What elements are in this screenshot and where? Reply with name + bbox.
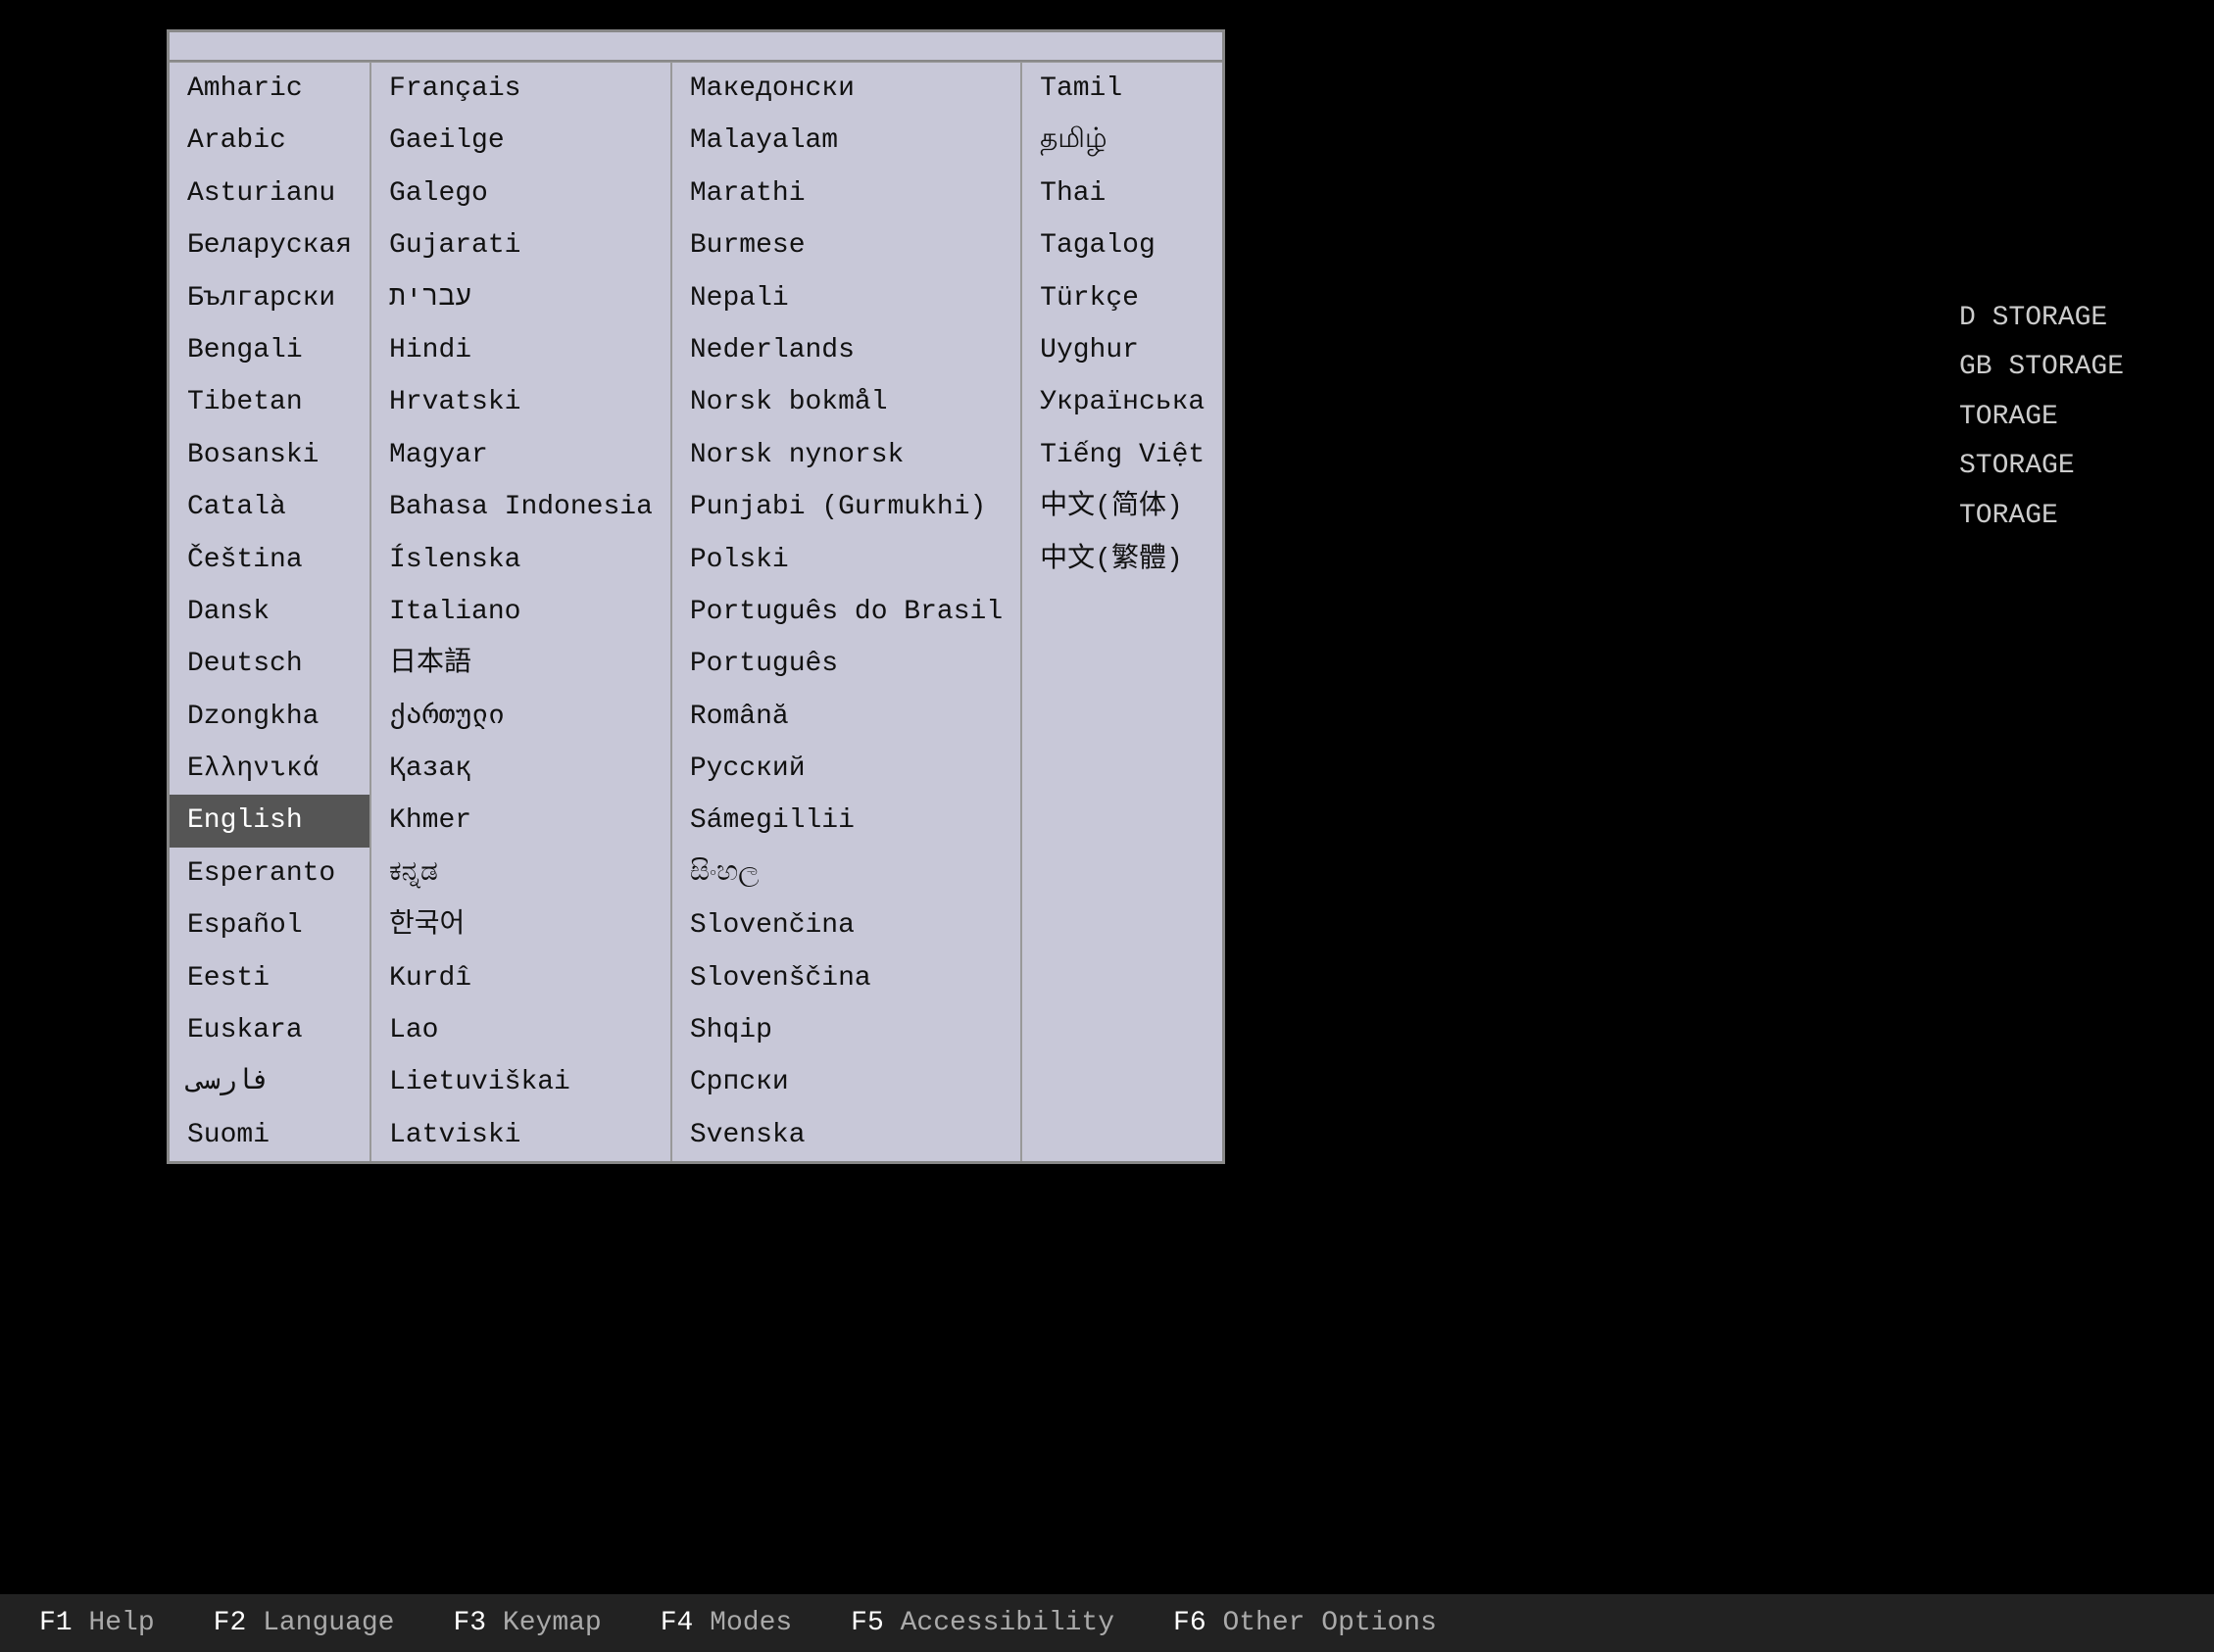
- language-item-0-10[interactable]: Dansk: [170, 586, 369, 638]
- language-item-2-20[interactable]: Svenska: [672, 1109, 1020, 1161]
- language-item-3-3[interactable]: Tagalog: [1022, 219, 1222, 271]
- language-item-0-0[interactable]: Amharic: [170, 63, 369, 115]
- language-item-0-2[interactable]: Asturianu: [170, 168, 369, 219]
- bottom-key-f5[interactable]: F5 Accessibility: [851, 1608, 1114, 1638]
- language-item-0-6[interactable]: Tibetan: [170, 376, 369, 428]
- language-item-2-17[interactable]: Slovenščina: [672, 952, 1020, 1004]
- language-item-3-0[interactable]: Tamil: [1022, 63, 1222, 115]
- language-item-2-13[interactable]: Русский: [672, 743, 1020, 795]
- language-item-1-13[interactable]: Қазақ: [371, 743, 670, 795]
- language-column-1: FrançaisGaeilgeGalegoGujaratiעבריתHindiH…: [371, 63, 672, 1161]
- language-item-1-7[interactable]: Magyar: [371, 429, 670, 481]
- language-item-0-12[interactable]: Dzongkha: [170, 691, 369, 743]
- language-item-1-10[interactable]: Italiano: [371, 586, 670, 638]
- language-item-0-13[interactable]: Ελληνικά: [170, 743, 369, 795]
- language-item-1-6[interactable]: Hrvatski: [371, 376, 670, 428]
- language-item-3-6[interactable]: Українська: [1022, 376, 1222, 428]
- bottom-key-f3[interactable]: F3 Keymap: [453, 1608, 601, 1638]
- language-item-1-4[interactable]: עברית: [371, 272, 670, 324]
- language-dialog: AmharicArabicAsturianuБеларускаяБългарск…: [167, 29, 1225, 1164]
- language-item-1-20[interactable]: Latviski: [371, 1109, 670, 1161]
- language-item-0-14[interactable]: English: [170, 795, 369, 847]
- language-item-2-16[interactable]: Slovenčina: [672, 899, 1020, 951]
- language-item-1-9[interactable]: Íslenska: [371, 534, 670, 586]
- language-item-0-16[interactable]: Español: [170, 899, 369, 951]
- language-item-0-20[interactable]: Suomi: [170, 1109, 369, 1161]
- bottom-key-f2[interactable]: F2 Language: [214, 1608, 395, 1638]
- language-column-2: МакедонскиMalayalamMarathiBurmeseNepaliN…: [672, 63, 1022, 1161]
- language-item-2-12[interactable]: Română: [672, 691, 1020, 743]
- language-item-0-3[interactable]: Беларуская: [170, 219, 369, 271]
- language-item-1-17[interactable]: Kurdî: [371, 952, 670, 1004]
- language-item-2-2[interactable]: Marathi: [672, 168, 1020, 219]
- right-panel-item: STORAGE: [1959, 442, 2204, 491]
- language-item-1-16[interactable]: 한국어: [371, 899, 670, 951]
- language-item-0-15[interactable]: Esperanto: [170, 848, 369, 899]
- language-item-2-19[interactable]: Српски: [672, 1056, 1020, 1108]
- right-panel-item: TORAGE: [1959, 393, 2204, 442]
- language-item-2-0[interactable]: Македонски: [672, 63, 1020, 115]
- language-item-2-9[interactable]: Polski: [672, 534, 1020, 586]
- language-item-2-8[interactable]: Punjabi (Gurmukhi): [672, 481, 1020, 533]
- language-item-0-8[interactable]: Català: [170, 481, 369, 533]
- language-item-2-5[interactable]: Nederlands: [672, 324, 1020, 376]
- language-item-3-4[interactable]: Türkçe: [1022, 272, 1222, 324]
- language-item-2-10[interactable]: Português do Brasil: [672, 586, 1020, 638]
- bottom-bar: F1 Help F2 Language F3 Keymap F4 Modes F5 Ac…: [0, 1594, 2214, 1652]
- language-item-0-11[interactable]: Deutsch: [170, 638, 369, 690]
- bottom-key-f4[interactable]: F4 Modes: [661, 1608, 792, 1638]
- language-item-1-11[interactable]: 日本語: [371, 638, 670, 690]
- language-item-2-3[interactable]: Burmese: [672, 219, 1020, 271]
- language-item-1-19[interactable]: Lietuviškai: [371, 1056, 670, 1108]
- right-panel-item: GB STORAGE: [1959, 343, 2204, 392]
- language-column-0: AmharicArabicAsturianuБеларускаяБългарск…: [170, 63, 371, 1161]
- language-item-2-1[interactable]: Malayalam: [672, 115, 1020, 167]
- language-item-2-14[interactable]: Sámegillii: [672, 795, 1020, 847]
- language-item-2-11[interactable]: Português: [672, 638, 1020, 690]
- language-item-2-15[interactable]: සිංහල: [672, 848, 1020, 899]
- language-item-3-9[interactable]: 中文(繁體): [1022, 534, 1222, 586]
- language-item-3-1[interactable]: தமிழ்: [1022, 115, 1222, 167]
- language-item-0-1[interactable]: Arabic: [170, 115, 369, 167]
- language-grid: AmharicArabicAsturianuБеларускаяБългарск…: [170, 62, 1222, 1161]
- language-item-0-7[interactable]: Bosanski: [170, 429, 369, 481]
- language-item-0-19[interactable]: فارسی: [170, 1056, 369, 1108]
- language-item-0-5[interactable]: Bengali: [170, 324, 369, 376]
- language-item-3-5[interactable]: Uyghur: [1022, 324, 1222, 376]
- language-item-0-18[interactable]: Euskara: [170, 1004, 369, 1056]
- language-item-0-17[interactable]: Eesti: [170, 952, 369, 1004]
- language-item-0-4[interactable]: Български: [170, 272, 369, 324]
- right-panel-item: D STORAGE: [1959, 294, 2204, 343]
- language-item-1-14[interactable]: Khmer: [371, 795, 670, 847]
- bottom-key-f1[interactable]: F1 Help: [39, 1608, 155, 1638]
- language-item-2-18[interactable]: Shqip: [672, 1004, 1020, 1056]
- language-item-1-1[interactable]: Gaeilge: [371, 115, 670, 167]
- right-panel-item: TORAGE: [1959, 492, 2204, 541]
- language-item-1-18[interactable]: Lao: [371, 1004, 670, 1056]
- language-item-1-15[interactable]: ಕನ್ನಡ: [371, 848, 670, 899]
- language-item-3-8[interactable]: 中文(简体): [1022, 481, 1222, 533]
- language-item-1-5[interactable]: Hindi: [371, 324, 670, 376]
- language-item-2-7[interactable]: Norsk nynorsk: [672, 429, 1020, 481]
- language-item-1-0[interactable]: Français: [371, 63, 670, 115]
- language-item-1-12[interactable]: ქართული: [371, 691, 670, 743]
- language-item-1-8[interactable]: Bahasa Indonesia: [371, 481, 670, 533]
- language-item-1-3[interactable]: Gujarati: [371, 219, 670, 271]
- right-panel: D STORAGEGB STORAGETORAGESTORAGETORAGE: [1959, 294, 2214, 541]
- language-item-1-2[interactable]: Galego: [371, 168, 670, 219]
- language-item-0-9[interactable]: Čeština: [170, 534, 369, 586]
- language-column-3: Tamilதமிழ்ThaiTagalogTürkçeUyghurУкраїнс…: [1022, 63, 1222, 1161]
- language-item-3-2[interactable]: Thai: [1022, 168, 1222, 219]
- dialog-title: [170, 32, 1222, 62]
- bottom-key-f6[interactable]: F6 Other Options: [1173, 1608, 1437, 1638]
- language-item-3-7[interactable]: Tiếng Việt: [1022, 429, 1222, 481]
- language-item-2-6[interactable]: Norsk bokmål: [672, 376, 1020, 428]
- language-item-2-4[interactable]: Nepali: [672, 272, 1020, 324]
